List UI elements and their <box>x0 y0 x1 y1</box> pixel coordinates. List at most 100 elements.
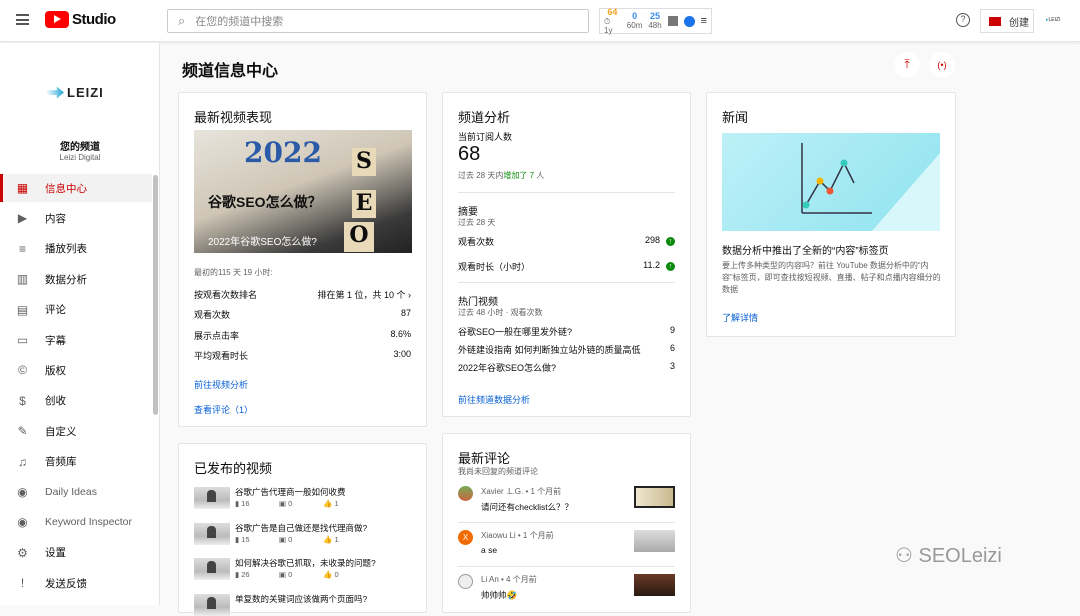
analytics-icon: ▥ <box>16 272 29 287</box>
sidebar: LEIZI 您的频道 Leizi Digital ▦ 信息中心 ▶ 内容 ≡ 播放列表 ▥ 数… <box>0 43 160 605</box>
account-avatar[interactable]: ▸LEIZI <box>1046 17 1060 23</box>
sidebar-scrollbar[interactable] <box>153 175 158 415</box>
likes-stat: 👍 0 <box>323 570 339 579</box>
card-title: 新闻 <box>722 110 749 125</box>
card-title: 最新视频表现 <box>194 110 273 125</box>
arrow-up-icon: ↑ <box>666 237 675 246</box>
settings-icon: ⚙ <box>17 545 28 560</box>
audio-library-icon: ♫ <box>18 454 27 469</box>
sidebar-item-2[interactable]: ≡ 播放列表 <box>0 235 152 263</box>
top-video-row[interactable]: 谷歌SEO一般在哪里发外链? 9 <box>458 325 675 338</box>
studio-logo[interactable]: Studio <box>45 11 116 28</box>
channel-analytics-link[interactable]: 前往频道数据分析 <box>458 393 530 406</box>
playlist-icon: ≡ <box>18 241 26 256</box>
sidebar-item-3[interactable]: ▥ 数据分析 <box>0 265 152 293</box>
sidebar-item-6[interactable]: © 版权 <box>0 356 152 384</box>
extension-toolbar[interactable]: 64 ⏱ 1y 0 60m 25 48h ≡ <box>599 7 712 35</box>
sidebar-item-11[interactable]: ◉ Keyword Inspector <box>0 508 152 536</box>
sidebar-item-12[interactable]: ⚙ 设置 <box>0 539 152 567</box>
sidebar-item-4[interactable]: ▤ 评论 <box>0 296 152 324</box>
create-button[interactable]: 创建 <box>980 9 1034 33</box>
comment-item[interactable]: Li An • 4 个月前 帅帅帅🤣 <box>458 574 675 614</box>
sidebar-item-9[interactable]: ♫ 音频库 <box>0 448 152 476</box>
go-live-button[interactable]: (•) <box>929 52 955 78</box>
sidebar-item-5[interactable]: ▭ 字幕 <box>0 326 152 354</box>
comment-item[interactable]: X Xiaowu Li • 1 个月前 a se <box>458 530 675 570</box>
sidebar-item-8[interactable]: ✎ 自定义 <box>0 417 152 445</box>
search-icon: ⌕ <box>178 13 186 28</box>
metric-row: 观看次数 87 <box>194 308 411 321</box>
latest-comments-card: 最新评论 我尚未回复的频道评论 Xavier .L.G. • 1 个月前 请问还有… <box>442 433 691 613</box>
video-thumbnail <box>634 530 675 552</box>
sidebar-item-1[interactable]: ▶ 内容 <box>0 204 152 232</box>
subscriber-count: 68 <box>458 143 481 165</box>
published-videos-card: 已发布的视频 谷歌广告代理商一般如何收费 ▮ 16 ▣ 0 👍 1 谷歌广告是自己做还是… <box>178 443 427 616</box>
customize-icon: ✎ <box>17 424 28 439</box>
comment-item[interactable]: Xavier .L.G. • 1 个月前 请问还有checklist么？？ <box>458 486 675 526</box>
subtitles-icon: ▭ <box>16 333 29 347</box>
comments-stat: ▣ 0 <box>279 534 293 544</box>
video-thumbnail <box>194 522 230 545</box>
sidebar-item-7[interactable]: $ 创收 <box>0 387 152 415</box>
divider <box>458 192 675 193</box>
published-video-item[interactable]: 谷歌广告代理商一般如何收费 ▮ 16 ▣ 0 👍 1 <box>194 487 367 509</box>
news-card: 新闻 数据分析中推出了全新的“内容”标签页 要上传多种类型的内容吗？前往 You… <box>706 92 956 337</box>
channel-name: Leizi Digital <box>59 153 101 162</box>
sidebar-item-13[interactable]: ! 发送反馈 <box>0 569 152 597</box>
content-icon: ▶ <box>17 211 28 226</box>
published-video-item[interactable]: 谷歌广告是自己做还是找代理商做? ▮ 15 ▣ 0 👍 1 <box>194 522 367 545</box>
views-stat: ▮ 16 <box>235 499 250 508</box>
channel-label: 您的频道 <box>60 142 100 153</box>
summary-row: 观看时长（小时） 11.2 ↑ <box>458 260 675 273</box>
top-bar: Studio ⌕ 在您的频道中搜索 64 ⏱ 1y 0 60m 25 48h ≡ ? 创… <box>0 0 1080 42</box>
avatar <box>458 574 473 589</box>
dashboard-icon: ▦ <box>16 181 29 195</box>
help-icon[interactable]: ? <box>956 13 970 27</box>
video-analytics-link[interactable]: 前往视频分析 <box>194 378 248 391</box>
divider <box>458 282 675 283</box>
card-title: 最新评论 <box>458 451 511 466</box>
channel-analytics-card: 频道分析 当前订阅人数 68 过去 28 天内增加了 7 人 摘要 过去 28 … <box>442 92 691 417</box>
card-title: 频道分析 <box>458 110 511 125</box>
daily-ideas-icon: ◉ <box>17 485 28 499</box>
watermark: ⚇ SEOLeizi <box>895 545 1002 567</box>
chart-icon[interactable] <box>667 16 678 26</box>
top-video-row[interactable]: 2022年谷歌SEO怎么做? 3 <box>458 361 675 374</box>
hamburger-icon[interactable]: ≡ <box>701 15 707 27</box>
feedback-icon: ! <box>20 576 25 591</box>
keyword-inspector-icon: ◉ <box>17 515 28 530</box>
video-camera-icon <box>989 16 1001 26</box>
metric-row: 展示点击率 8.6% <box>194 328 411 341</box>
metric-row[interactable]: 按观看次数排名 排在第 1 位，共 10 个 › <box>194 288 411 301</box>
learn-more-link[interactable]: 了解详情 <box>722 311 758 324</box>
page-title: 频道信息中心 <box>182 63 279 80</box>
chart-illustration-icon <box>801 143 940 231</box>
latest-video-card: 最新视频表现 2022 S E O 谷歌SEO怎么做？ 2022年谷歌SEO怎么… <box>178 92 427 427</box>
views-stat: ▮ 26 <box>235 570 250 579</box>
metric-row: 平均观看时长 3:00 <box>194 348 411 361</box>
avatar <box>458 486 473 501</box>
comments-stat: ▣ 0 <box>279 499 293 508</box>
video-thumbnail <box>194 558 230 580</box>
video-thumbnail <box>634 574 675 596</box>
comments-stat: ▣ 0 <box>279 570 293 579</box>
search-input[interactable]: ⌕ 在您的频道中搜索 <box>167 9 589 33</box>
top-video-row[interactable]: 外链建设指南 如何判断独立站外链的质量高低 6 <box>458 343 675 356</box>
video-thumbnail <box>634 486 675 508</box>
likes-stat: 👍 1 <box>323 499 339 508</box>
extension-icon[interactable] <box>683 15 695 27</box>
published-video-item[interactable]: 如何解决谷歌已抓取，未收录的问题? ▮ 26 ▣ 0 👍 0 <box>194 558 376 580</box>
news-illustration <box>722 133 940 231</box>
avatar: X <box>458 530 473 545</box>
arrow-up-icon: ↑ <box>666 262 675 271</box>
card-title: 已发布的视频 <box>194 461 273 476</box>
sidebar-item-0[interactable]: ▦ 信息中心 <box>0 174 152 202</box>
upload-button[interactable]: ⤒ <box>894 52 920 78</box>
channel-logo[interactable]: LEIZI <box>46 85 104 100</box>
view-comments-link[interactable]: 查看评论（1） <box>194 403 253 416</box>
menu-icon[interactable] <box>16 14 29 25</box>
logo-arrow-icon <box>46 86 64 99</box>
sidebar-item-10[interactable]: ◉ Daily Ideas <box>0 478 152 506</box>
video-thumbnail[interactable]: 2022 S E O 谷歌SEO怎么做？ 2022年谷歌SEO怎么做? <box>194 130 412 253</box>
monetization-icon: $ <box>19 393 26 408</box>
